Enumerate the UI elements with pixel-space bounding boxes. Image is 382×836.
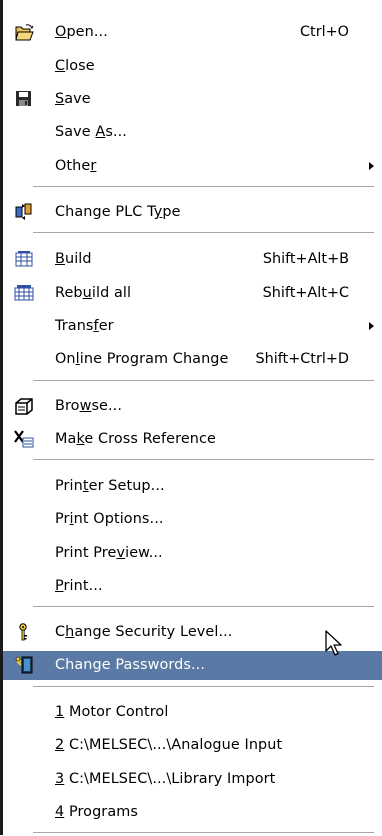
menu-item-label: Change Security Level... bbox=[55, 624, 233, 640]
menu-item-label: Print... bbox=[55, 578, 103, 594]
menu-item-make-cross-reference[interactable]: Make Cross Reference bbox=[3, 427, 382, 451]
menu-item-label: 1 Motor Control bbox=[55, 704, 169, 720]
open-folder-icon bbox=[14, 23, 34, 41]
menu-item-print[interactable]: Print... bbox=[3, 574, 382, 598]
menu-item-shortcut: Shift+Alt+B bbox=[262, 251, 349, 267]
menu-item-label: Build bbox=[55, 251, 92, 267]
change-passwords-icon bbox=[14, 656, 34, 674]
cross-reference-icon bbox=[14, 430, 34, 448]
menu-separator bbox=[33, 832, 374, 836]
menu-item-label: Change Passwords... bbox=[55, 657, 206, 673]
menu-item-label: Other bbox=[55, 158, 97, 174]
menu-item-printer-setup[interactable]: Printer Setup... bbox=[3, 474, 382, 498]
menu-item-label: 3 C:\MELSEC\...\Library Import bbox=[55, 771, 276, 787]
menu-item-recent-file-4[interactable]: 4 Programs bbox=[3, 800, 382, 824]
submenu-arrow-icon bbox=[369, 322, 374, 330]
menu-separator bbox=[33, 186, 374, 190]
menu-item-label: Online Program Change bbox=[55, 351, 229, 367]
menu-item-online-program-change[interactable]: Online Program Change Shift+Ctrl+D bbox=[3, 347, 382, 371]
menu-item-label: 2 C:\MELSEC\...\Analogue Input bbox=[55, 737, 283, 753]
menu-item-print-preview[interactable]: Print Preview... bbox=[3, 541, 382, 565]
rebuild-all-icon bbox=[14, 284, 34, 302]
mouse-pointer-icon bbox=[324, 629, 348, 663]
menu-separator bbox=[33, 459, 374, 463]
menu-item-label: Close bbox=[55, 58, 95, 74]
menu-item-shortcut: Shift+Ctrl+D bbox=[255, 351, 349, 367]
submenu-arrow-icon bbox=[369, 162, 374, 170]
menu-separator bbox=[33, 380, 374, 384]
menu-item-label: Print Options... bbox=[55, 511, 164, 527]
menu-item-label: 4 Programs bbox=[55, 804, 138, 820]
menu-item-label: Open... bbox=[55, 24, 108, 40]
save-disk-icon bbox=[14, 90, 34, 108]
menu-item-browse[interactable]: Browse... bbox=[3, 394, 382, 418]
menu-item-save-as[interactable]: Save As... bbox=[3, 120, 382, 144]
menu-item-label: Change PLC Type bbox=[55, 204, 181, 220]
menu-item-label: Printer Setup... bbox=[55, 478, 165, 494]
menu-item-label: Save As... bbox=[55, 124, 127, 140]
menu-item-label: Rebuild all bbox=[55, 285, 132, 301]
menu-item-recent-file-2[interactable]: 2 C:\MELSEC\...\Analogue Input bbox=[3, 733, 382, 757]
menu-item-recent-file-1[interactable]: 1 Motor Control bbox=[3, 700, 382, 724]
menu-item-close[interactable]: Close bbox=[3, 54, 382, 78]
menu-item-label: Browse... bbox=[55, 398, 123, 414]
menu-item-shortcut: Shift+Alt+C bbox=[262, 285, 349, 301]
build-icon bbox=[14, 250, 34, 268]
menu-item-open[interactable]: Open... Ctrl+O bbox=[3, 20, 382, 44]
menu-item-label: Print Preview... bbox=[55, 545, 163, 561]
menu-item-label: Make Cross Reference bbox=[55, 431, 216, 447]
browse-icon bbox=[14, 397, 34, 415]
menu-separator bbox=[33, 686, 374, 690]
menu-item-change-plc-type[interactable]: Change PLC Type bbox=[3, 200, 382, 224]
menu-item-recent-file-3[interactable]: 3 C:\MELSEC\...\Library Import bbox=[3, 767, 382, 791]
menu-item-build[interactable]: Build Shift+Alt+B bbox=[3, 247, 382, 271]
menu-separator bbox=[33, 606, 374, 610]
menu-separator bbox=[33, 232, 374, 236]
menu-item-rebuild-all[interactable]: Rebuild all Shift+Alt+C bbox=[3, 281, 382, 305]
file-menu: Open... Ctrl+O Close Save Save As... Oth… bbox=[0, 0, 382, 836]
menu-item-label: Transfer bbox=[55, 318, 114, 334]
menu-item-other[interactable]: Other bbox=[3, 154, 382, 178]
menu-item-print-options[interactable]: Print Options... bbox=[3, 507, 382, 531]
menu-item-save[interactable]: Save bbox=[3, 87, 382, 111]
key-icon bbox=[14, 623, 34, 641]
change-plc-type-icon bbox=[14, 203, 34, 221]
menu-item-shortcut: Ctrl+O bbox=[300, 24, 349, 40]
menu-item-label: Save bbox=[55, 91, 91, 107]
menu-item-transfer[interactable]: Transfer bbox=[3, 314, 382, 338]
